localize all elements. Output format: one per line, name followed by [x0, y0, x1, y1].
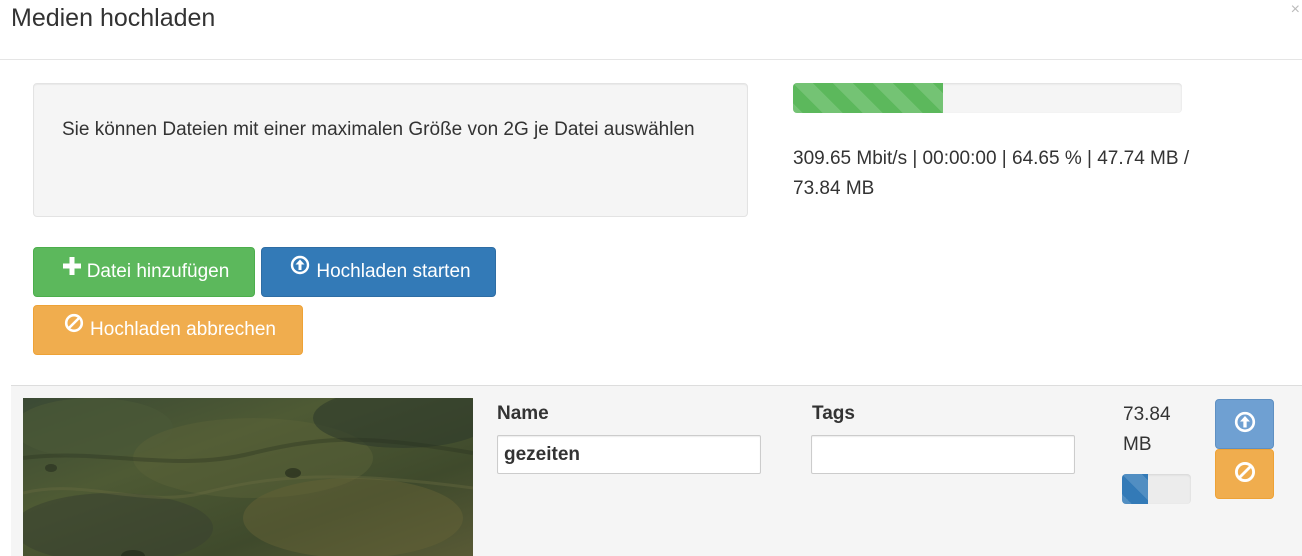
file-progress-fill — [1122, 474, 1149, 504]
tags-input[interactable] — [811, 435, 1075, 474]
modal-title: Medien hochladen — [11, 4, 216, 32]
max-size-info-text: Sie können Dateien mit einer maximalen G… — [62, 119, 695, 140]
info-well: Sie können Dateien mit einer maximalen G… — [33, 83, 748, 217]
modal-header: Medien hochladen × — [0, 0, 1302, 60]
file-size: 73.84 MB — [1123, 400, 1171, 460]
progress-extended-text: 309.65 Mbit/s | 00:00:00 | 64.65 % | 47.… — [793, 148, 1190, 199]
file-size-value: 73.84 — [1123, 404, 1171, 425]
file-start-button[interactable] — [1215, 399, 1274, 449]
add-file-button[interactable]: Datei hinzufügen — [33, 247, 255, 297]
tags-label: Tags — [812, 403, 855, 424]
ban-circle-icon — [64, 304, 84, 352]
circle-arrow-up-icon — [1234, 411, 1256, 438]
file-row: Name Tags 73.84 MB — [11, 385, 1302, 556]
global-progress-bar — [793, 83, 1182, 113]
file-progress-bar — [1122, 474, 1191, 504]
close-icon[interactable]: × — [1291, 2, 1300, 18]
file-size-unit: MB — [1123, 434, 1152, 455]
upload-modal: Medien hochladen × Sie können Dateien mi… — [0, 0, 1302, 556]
file-cancel-button[interactable] — [1215, 449, 1274, 499]
plus-icon — [62, 246, 81, 294]
name-label: Name — [497, 403, 549, 424]
cancel-upload-label: Hochladen abbrechen — [90, 319, 276, 341]
ban-circle-icon — [1234, 461, 1256, 488]
global-progress-fill — [793, 83, 943, 113]
circle-arrow-up-icon — [290, 246, 310, 294]
start-upload-label: Hochladen starten — [316, 261, 471, 283]
name-input[interactable] — [497, 435, 761, 474]
start-upload-button[interactable]: Hochladen starten — [261, 247, 496, 297]
add-file-label: Datei hinzufügen — [86, 261, 230, 283]
file-preview-thumbnail — [23, 398, 473, 556]
cancel-upload-button[interactable]: Hochladen abbrechen — [33, 305, 303, 355]
